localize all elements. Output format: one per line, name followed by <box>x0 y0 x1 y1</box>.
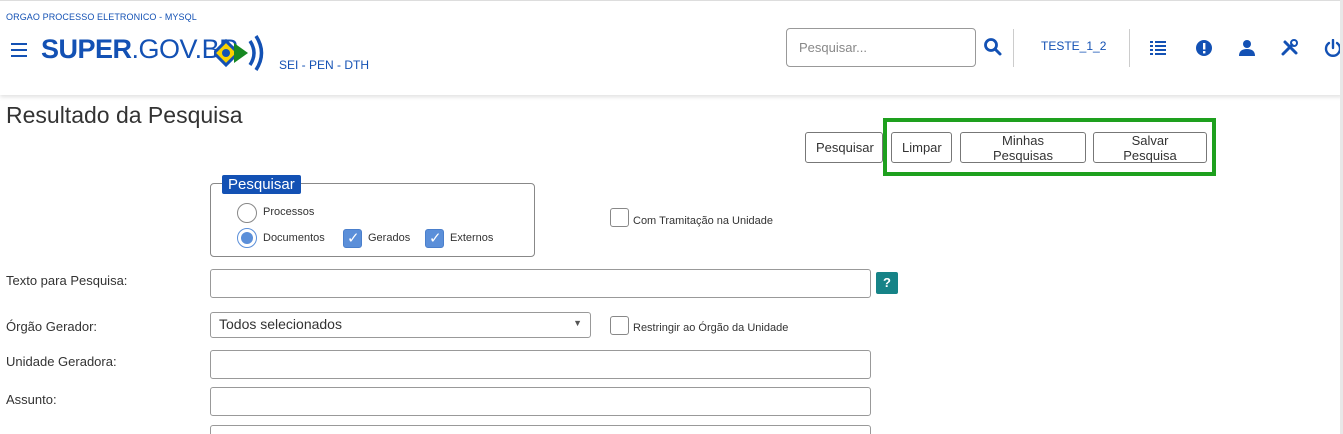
documentos-radio[interactable] <box>237 228 257 248</box>
orgao-gerador-value: Todos selecionados <box>219 316 342 332</box>
logo-bold-text: SUPER <box>41 34 132 64</box>
search-input[interactable] <box>786 28 976 67</box>
gerados-label: Gerados <box>368 232 411 244</box>
tools-icon[interactable] <box>1281 39 1299 57</box>
org-name: ORGAO PROCESSO ELETRONICO - MYSQL <box>6 12 197 22</box>
header-divider <box>1013 29 1014 67</box>
gerados-checkbox[interactable] <box>343 229 362 248</box>
com-tramitacao-checkbox[interactable] <box>610 208 629 227</box>
salvar-pesquisa-button[interactable]: Salvar Pesquisa <box>1093 132 1207 163</box>
list-icon[interactable] <box>1149 39 1167 57</box>
user-icon[interactable] <box>1238 39 1256 57</box>
processos-radio[interactable] <box>237 203 257 223</box>
com-tramitacao-label: Com Tramitação na Unidade <box>633 215 774 227</box>
orgao-gerador-select[interactable]: Todos selecionados ▼ <box>210 312 591 338</box>
minhas-pesquisas-button[interactable]: Minhas Pesquisas <box>960 132 1086 163</box>
search-icon[interactable] <box>983 37 1003 57</box>
next-field-input[interactable] <box>210 425 871 434</box>
page-title: Resultado da Pesquisa <box>6 102 243 128</box>
restringir-orgao-label: Restringir ao Órgão da Unidade <box>633 322 789 334</box>
gov-logo-mark-icon <box>214 35 264 71</box>
alert-icon[interactable] <box>1195 39 1213 57</box>
user-unit-link[interactable]: TESTE_1_2 <box>1041 39 1106 53</box>
texto-pesquisa-input[interactable] <box>210 269 871 298</box>
limpar-button[interactable]: Limpar <box>891 132 952 163</box>
pesquisar-button[interactable]: Pesquisar <box>805 132 883 163</box>
processos-label: Processos <box>263 206 315 218</box>
chevron-down-icon: ▼ <box>573 318 582 328</box>
help-button[interactable]: ? <box>876 272 898 294</box>
search-scope-legend: Pesquisar <box>222 175 301 194</box>
top-header: ORGAO PROCESSO ELETRONICO - MYSQL SUPER.… <box>0 0 1343 95</box>
orgao-gerador-label: Órgão Gerador: <box>6 319 98 334</box>
restringir-orgao-checkbox[interactable] <box>610 316 629 335</box>
menu-icon[interactable] <box>11 43 27 57</box>
subsystem-label: SEI - PEN - DTH <box>279 58 370 72</box>
documentos-label: Documentos <box>263 232 325 244</box>
header-divider <box>1129 29 1130 67</box>
assunto-label: Assunto: <box>6 392 57 407</box>
unidade-geradora-input[interactable] <box>210 350 871 379</box>
logo[interactable]: SUPER.GOV.BR <box>41 34 239 65</box>
externos-label: Externos <box>450 232 494 244</box>
texto-pesquisa-label: Texto para Pesquisa: <box>6 273 128 288</box>
externos-checkbox[interactable] <box>425 229 444 248</box>
search-scope-fieldset <box>210 183 535 257</box>
assunto-input[interactable] <box>210 387 871 416</box>
unidade-geradora-label: Unidade Geradora: <box>6 354 117 369</box>
